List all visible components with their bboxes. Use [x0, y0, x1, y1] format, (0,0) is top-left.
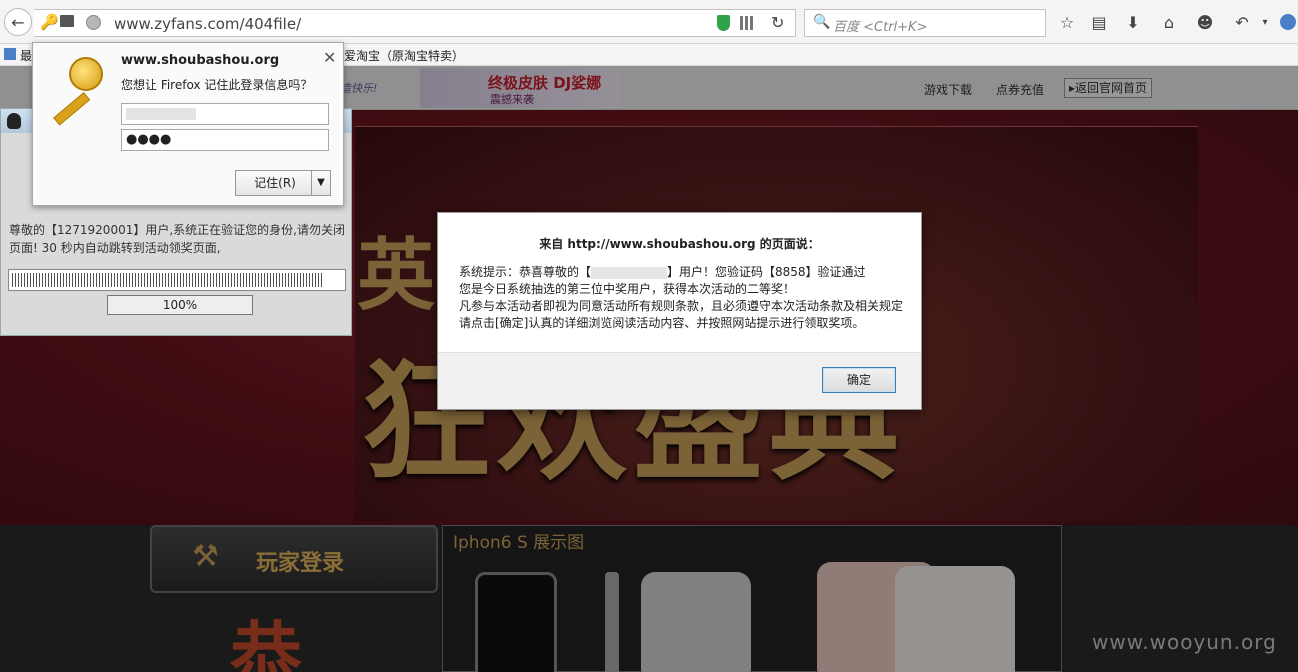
phone-image-white	[895, 566, 1015, 672]
username-field[interactable]	[121, 103, 329, 125]
alert-line-4: 请点击[确定]认真的详细浏览阅读活动内容、并按照网站提示进行领取奖项。	[459, 316, 865, 330]
redacted-username	[126, 108, 196, 120]
back-button[interactable]: ←	[4, 8, 32, 36]
alert-dialog: 来自 http://www.shoubashou.org 的页面说： 系统提示：…	[437, 212, 922, 410]
save-login-popup: www.shoubashou.org 您想让 Firefox 记住此登录信息吗？…	[32, 42, 344, 206]
search-input[interactable]: 百度 <Ctrl+K>	[833, 16, 927, 35]
folder-icon[interactable]	[60, 15, 74, 27]
close-icon[interactable]: ✕	[323, 48, 336, 67]
search-bar[interactable]: 🔍 百度 <Ctrl+K>	[804, 9, 1046, 37]
alert-body: 系统提示：恭喜尊敬的【 】用户！您验证码【8858】验证通过 您是今日系统抽选的第…	[459, 264, 909, 332]
search-icon: 🔍	[813, 14, 831, 30]
banner-subtitle: 震撼来袭	[490, 93, 534, 106]
banner-title: 终极皮肤 DJ娑娜	[488, 74, 602, 92]
reading-list-icon[interactable]: ▤	[1086, 9, 1112, 35]
url-text[interactable]: www.zyfans.com/404file/	[114, 15, 301, 33]
bookmark-icon	[4, 48, 16, 60]
globe-icon[interactable]	[86, 15, 101, 30]
url-bar[interactable]: 🔑 www.zyfans.com/404file/ ↻	[34, 9, 796, 37]
congrats-char: 恭	[230, 614, 303, 672]
hammer-icon: ⚒	[192, 539, 219, 574]
extension-icon[interactable]	[1278, 9, 1298, 35]
alert-line-3: 凡参与本活动者即视为同意活动所有规则条款，且必须遵守本次活动条款及相关规定	[459, 299, 904, 313]
qq-penguin-icon	[7, 113, 21, 129]
key-icon[interactable]: 🔑	[40, 13, 59, 31]
remember-dropdown-button[interactable]: ▼	[311, 170, 331, 196]
browser-toolbar: ← 🔑 www.zyfans.com/404file/ ↻ 🔍 百度 <Ctrl…	[0, 0, 1298, 44]
bookmark-star-icon[interactable]: ☆	[1054, 9, 1080, 35]
qr-code-icon[interactable]	[740, 16, 754, 30]
bookmark-item-taobao[interactable]: 爱淘宝（原淘宝特卖）	[344, 47, 464, 64]
header-slogan: 造快乐!	[340, 82, 378, 95]
key-icon	[43, 55, 107, 126]
alert-title: 来自 http://www.shoubashou.org 的页面说：	[539, 237, 820, 251]
popup-domain: www.shoubashou.org	[121, 53, 280, 68]
nav-home-link[interactable]: ▸返回官网首页	[1064, 78, 1153, 98]
undo-icon[interactable]: ↶	[1229, 9, 1255, 35]
alert-line-2: 您是今日系统抽选的第三位中奖用户，获得本次活动的二等奖！	[459, 282, 796, 296]
player-login-button[interactable]: ⚒ 玩家登录	[150, 525, 438, 593]
showcase-title: Iphon6 S 展示图	[453, 533, 585, 553]
phone-image-front	[475, 572, 557, 672]
bookmark-item-1[interactable]: 最	[20, 47, 32, 64]
phone-image-back	[641, 572, 751, 672]
emoji-icon[interactable]: ☻	[1192, 9, 1218, 35]
nav-download[interactable]: 游戏下载	[924, 81, 972, 98]
chevron-down-icon[interactable]: ▾	[1256, 9, 1274, 35]
notice-message: 尊敬的【1271920001】用户,系统正在验证您的身份,请勿关闭页面! 30 …	[9, 223, 345, 255]
shield-icon[interactable]	[717, 15, 730, 31]
ok-button[interactable]: 确定	[822, 367, 896, 393]
progress-bar	[8, 269, 346, 291]
progress-percent: 100%	[107, 295, 253, 315]
alert-footer: 确定	[438, 352, 921, 409]
showcase-panel: Iphon6 S 展示图	[442, 525, 1062, 672]
home-icon[interactable]: ⌂	[1156, 9, 1182, 35]
watermark: www.wooyun.org	[1092, 630, 1277, 654]
popup-question: 您想让 Firefox 记住此登录信息吗？	[121, 78, 313, 92]
alert-line-1: 系统提示：恭喜尊敬的【 】用户！您验证码【8858】验证通过	[459, 265, 866, 279]
reload-icon[interactable]: ↻	[771, 13, 784, 32]
password-field[interactable]: ●●●●	[121, 129, 329, 151]
nav-recharge[interactable]: 点券充值	[996, 81, 1044, 98]
phone-image-side	[605, 572, 619, 672]
hero-char: 英	[357, 230, 436, 321]
back-arrow-icon: ←	[11, 12, 25, 32]
redacted-username	[591, 266, 668, 279]
remember-button[interactable]: 记住(R)	[235, 170, 315, 196]
download-icon[interactable]: ⬇	[1120, 9, 1146, 35]
player-login-label: 玩家登录	[256, 551, 345, 576]
